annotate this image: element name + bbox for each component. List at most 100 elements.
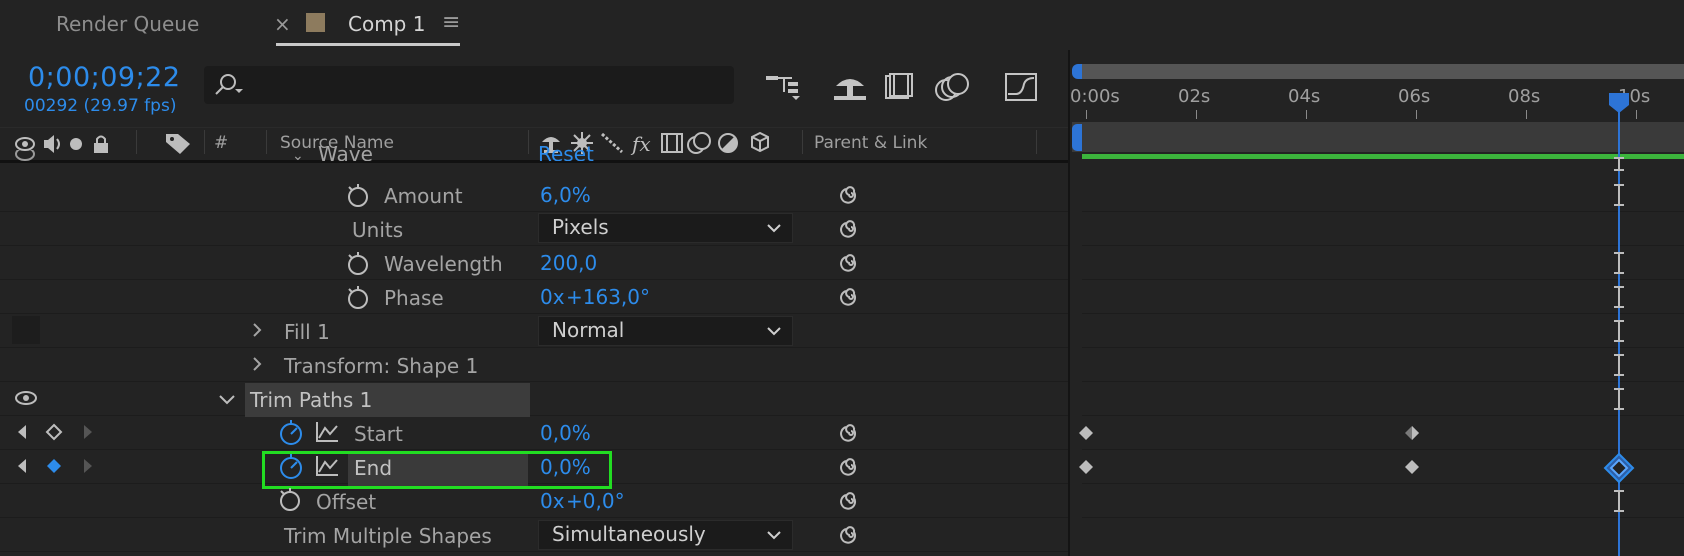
pick-whip-icon[interactable] — [838, 182, 862, 206]
property-label: Trim Multiple Shapes — [284, 524, 492, 548]
reset-link[interactable]: Reset — [538, 144, 594, 162]
property-value[interactable]: 6,0% — [540, 183, 591, 207]
ruler-tick — [1526, 110, 1527, 119]
eye-icon[interactable] — [14, 390, 38, 406]
comp-color-swatch — [306, 13, 325, 32]
pick-whip-icon[interactable] — [838, 522, 862, 546]
group-label[interactable]: Trim Paths 1 — [250, 388, 372, 412]
layer-duration-bar[interactable] — [1082, 154, 1684, 159]
search-icon[interactable] — [214, 72, 244, 98]
keyframe-navigator — [18, 459, 92, 473]
ruler-label: 02s — [1178, 86, 1211, 107]
property-row-units — [0, 212, 1068, 246]
chevron-down-icon — [767, 224, 781, 233]
ibeam-marker — [1614, 157, 1624, 171]
next-keyframe-icon — [84, 459, 92, 473]
ibeam-marker — [1614, 490, 1624, 512]
composition-flowchart-icon[interactable] — [762, 70, 802, 104]
stopwatch-icon[interactable] — [278, 486, 302, 512]
property-label: Start — [354, 422, 403, 446]
property-row-phase — [0, 280, 1068, 314]
work-area-start-handle[interactable] — [1072, 124, 1082, 151]
revolutions-value[interactable]: 0x — [540, 285, 565, 309]
panel-menu-icon[interactable]: ≡ — [442, 10, 460, 35]
next-keyframe-icon — [84, 425, 92, 439]
property-label: Offset — [316, 490, 377, 514]
revolutions-value[interactable]: 0x — [540, 489, 565, 513]
property-label: Phase — [384, 286, 444, 310]
ibeam-marker — [1614, 286, 1624, 308]
group-label: Transform: Shape 1 — [284, 354, 479, 378]
close-icon[interactable]: × — [274, 12, 291, 36]
ruler-label: 0:00s — [1070, 86, 1120, 107]
ibeam-marker — [1614, 184, 1624, 206]
property-row-offset — [0, 484, 1068, 518]
property-value[interactable]: 200,0 — [540, 251, 597, 275]
draft-3d-icon[interactable] — [830, 70, 870, 104]
search-input[interactable] — [204, 66, 734, 104]
ruler-tick — [1306, 110, 1307, 119]
property-label: Wave — [318, 144, 373, 162]
ruler-tick — [1196, 110, 1197, 119]
degrees-value[interactable]: +163,0° — [566, 285, 650, 309]
video-switch-empty[interactable] — [12, 316, 40, 344]
keyframe-diamond[interactable] — [1078, 425, 1094, 441]
timeline-row — [1082, 348, 1684, 382]
graph-icon[interactable] — [314, 420, 340, 444]
current-time-display[interactable]: 0;00;09;22 — [28, 62, 181, 93]
chevron-down-icon[interactable] — [218, 394, 236, 406]
current-time-indicator-head[interactable] — [1607, 91, 1631, 115]
property-label: Units — [352, 218, 404, 242]
graph-editor-icon[interactable] — [1002, 70, 1042, 104]
stopwatch-icon[interactable] — [346, 284, 370, 310]
pick-whip-icon[interactable] — [838, 420, 862, 444]
property-row-transform — [0, 348, 1068, 382]
tab-render-queue[interactable]: Render Queue — [56, 12, 199, 36]
time-navigator-bar[interactable] — [1078, 64, 1684, 79]
property-value[interactable]: 0,0% — [540, 421, 591, 445]
ruler-tick — [1636, 110, 1637, 119]
timeline-row — [1082, 416, 1684, 450]
chevron-right-icon[interactable] — [250, 356, 264, 372]
motion-blur-icon[interactable] — [932, 70, 972, 104]
timeline-row — [1082, 450, 1684, 484]
keyframe-diamond[interactable] — [1078, 459, 1094, 475]
ibeam-marker — [1614, 388, 1624, 410]
header-divider-overlay — [0, 161, 1068, 163]
keyframe-navigator — [18, 423, 92, 441]
previous-keyframe-icon — [18, 425, 26, 439]
timeline-row — [1082, 382, 1684, 416]
chevron-down-icon — [767, 531, 781, 540]
keyframe-diamond[interactable] — [1404, 425, 1420, 441]
keyframe-active-icon — [47, 459, 61, 473]
ibeam-marker — [1614, 252, 1624, 274]
pick-whip-icon[interactable] — [838, 284, 862, 308]
keyframe-diamond[interactable] — [1404, 459, 1420, 475]
chevron-right-icon[interactable] — [250, 322, 264, 338]
property-label: Wavelength — [384, 252, 503, 276]
work-area-bar[interactable] — [1072, 122, 1684, 152]
degrees-value[interactable]: +0,0° — [566, 489, 625, 513]
timeline-row — [1082, 212, 1684, 246]
stopwatch-active-icon[interactable] — [278, 418, 304, 446]
ruler-tick — [1416, 110, 1417, 119]
stopwatch-icon[interactable] — [346, 182, 370, 208]
timeline-row — [1082, 484, 1684, 518]
frame-blending-icon[interactable] — [880, 70, 920, 104]
property-row-trim-multiple — [0, 518, 1068, 552]
keyframe-selected-diamond[interactable] — [1603, 452, 1635, 484]
pick-whip-icon[interactable] — [838, 454, 862, 478]
property-row-fill — [0, 314, 1068, 348]
stopwatch-icon[interactable] — [346, 250, 370, 276]
property-row-wave — [0, 146, 1068, 162]
chevron-down-icon — [767, 327, 781, 336]
property-row-start — [0, 416, 1068, 450]
tab-bar — [0, 0, 1684, 50]
pick-whip-icon[interactable] — [838, 216, 862, 240]
time-navigator-start-handle[interactable] — [1072, 64, 1082, 79]
pick-whip-icon[interactable] — [838, 488, 862, 512]
pick-whip-icon[interactable] — [838, 250, 862, 274]
timeline-row — [1082, 314, 1684, 348]
tab-comp-1[interactable]: Comp 1 — [348, 12, 425, 36]
property-row-wavelength — [0, 246, 1068, 280]
